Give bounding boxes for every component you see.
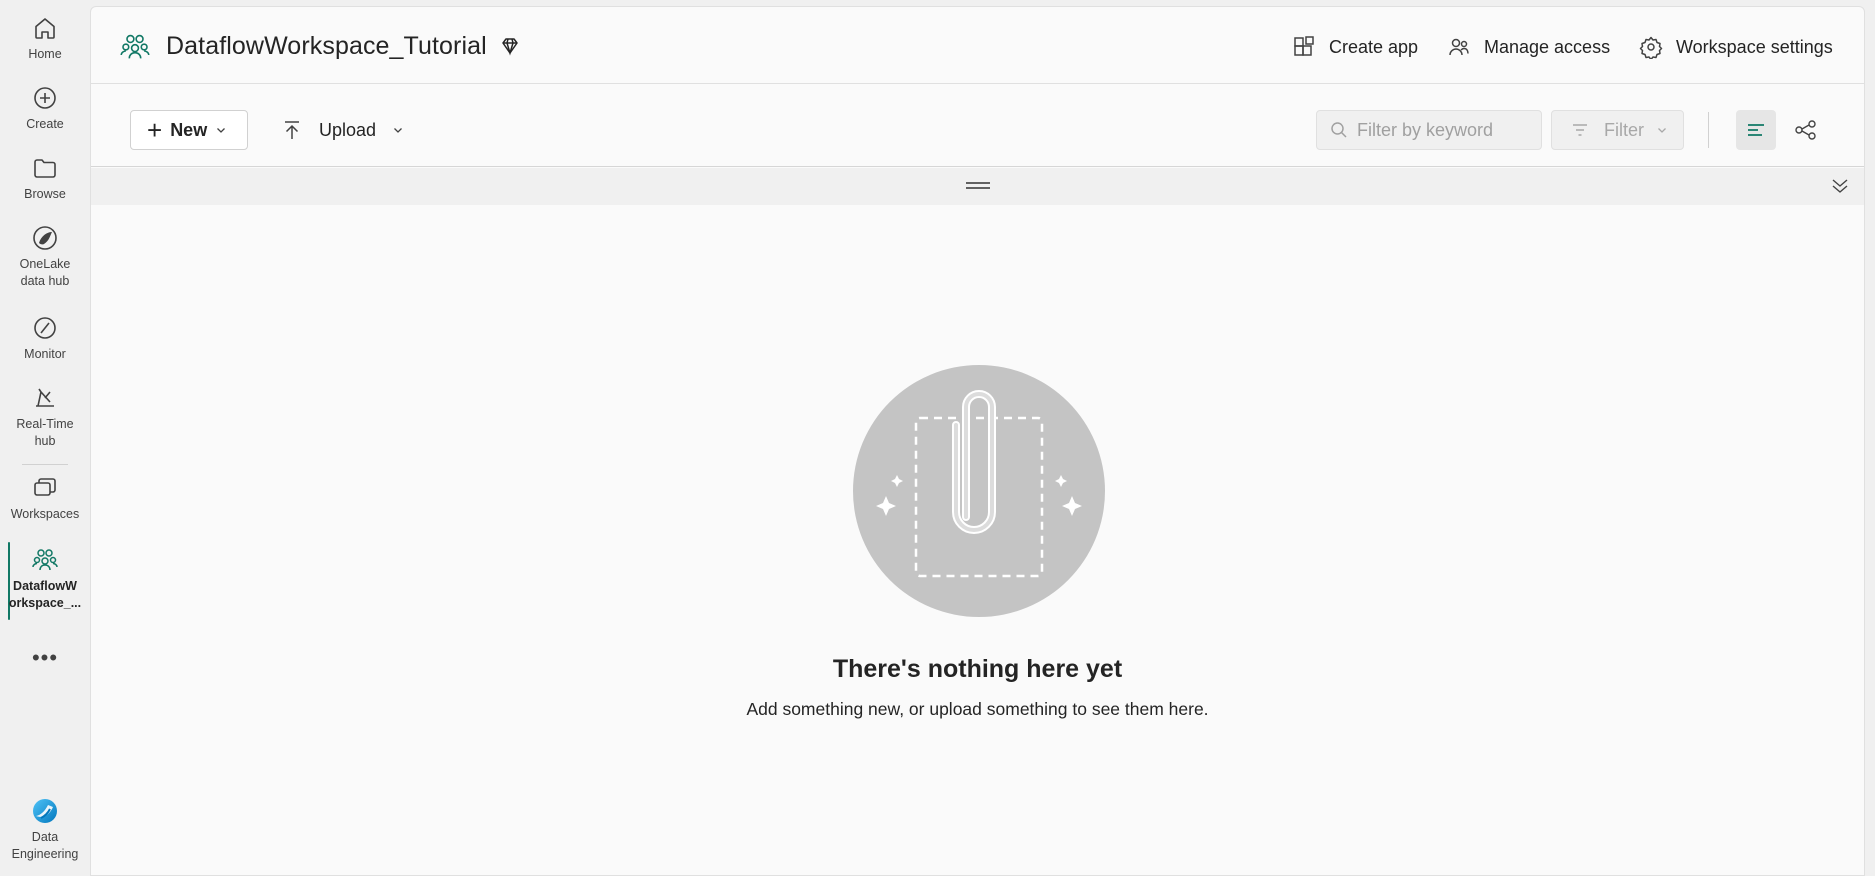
manage-access-label: Manage access (1484, 36, 1611, 57)
upload-button-label: Upload (319, 119, 377, 140)
nav-home-label: Home (28, 47, 62, 61)
lineage-view-button[interactable] (1786, 110, 1826, 150)
folder-icon (34, 159, 56, 178)
list-view-button[interactable] (1736, 110, 1776, 150)
chevron-down-icon (1658, 128, 1666, 133)
monitor-icon (34, 317, 56, 339)
onelake-icon (33, 226, 57, 250)
nav-monitor[interactable]: Monitor (0, 314, 90, 363)
workspace-header: DataflowWorkspace_Tutorial Create app Ma… (91, 7, 1864, 84)
nav-onelake-label-1: OneLake (19, 257, 71, 271)
nav-current-workspace[interactable]: DataflowW orkspace_... (0, 546, 90, 612)
workspace-settings-label: Workspace settings (1676, 36, 1833, 57)
add-circle-icon (34, 87, 56, 109)
manage-access-button[interactable]: Manage access (1447, 35, 1610, 59)
chevron-down-icon (394, 128, 403, 133)
empty-state-subtitle: Add something new, or upload something t… (746, 699, 1209, 719)
search-icon (1331, 122, 1347, 138)
nav-workspaces[interactable]: Workspaces (0, 474, 90, 523)
nav-realtime-label-1: Real-Time (16, 417, 74, 431)
chevron-down-icon (217, 128, 226, 133)
nav-current-ws-label-2: orkspace_... (8, 596, 82, 610)
experience-switcher[interactable]: Data Engineering (0, 797, 90, 863)
data-engineering-icon (33, 799, 57, 823)
nav-home[interactable]: Home (0, 14, 90, 63)
filter-button[interactable]: Filter (1551, 110, 1684, 150)
upload-arrow-icon (285, 121, 299, 139)
new-button-label: New (170, 119, 208, 140)
rail-divider (22, 464, 68, 465)
page-title: DataflowWorkspace_Tutorial (166, 32, 487, 60)
filter-keyword-search[interactable] (1316, 110, 1542, 150)
nav-current-ws-label-1: DataflowW (13, 579, 77, 593)
new-item-button[interactable]: + New (130, 110, 248, 150)
people-icon (1449, 38, 1469, 56)
nav-browse[interactable]: Browse (0, 154, 90, 203)
filter-keyword-input[interactable] (1357, 119, 1537, 141)
nav-create-label: Create (26, 117, 64, 131)
nav-monitor-label: Monitor (24, 347, 66, 361)
left-nav-rail: Home Create Browse OneLake data hub Moni… (0, 0, 90, 876)
lineage-icon (1795, 120, 1816, 140)
plus-icon: + (147, 115, 163, 145)
upload-button[interactable]: Upload (281, 110, 404, 150)
premium-diamond-icon[interactable] (499, 35, 521, 57)
toolbar-divider (1708, 112, 1709, 148)
workspaces-icon (34, 478, 56, 496)
nav-browse-label: Browse (24, 187, 66, 201)
toolbar: + New Upload Filter (91, 84, 1864, 167)
workspace-people-icon (120, 34, 150, 59)
drag-handle-icon[interactable] (965, 180, 991, 190)
nav-onelake-data-hub[interactable]: OneLake data hub (0, 224, 90, 290)
filter-icon (1573, 124, 1587, 136)
nav-create[interactable]: Create (0, 84, 90, 133)
filter-button-label: Filter (1604, 119, 1644, 140)
list-view-icon (1748, 124, 1764, 136)
experience-label-1: Data (31, 830, 59, 844)
nav-workspaces-label: Workspaces (10, 507, 80, 521)
experience-label-2: Engineering (11, 847, 79, 861)
empty-state-paperclip-illustration (853, 365, 1105, 617)
nav-realtime-hub[interactable]: Real-Time hub (0, 384, 90, 450)
home-icon (35, 18, 55, 39)
workspace-people-icon (32, 549, 58, 571)
workspace-panel: DataflowWorkspace_Tutorial Create app Ma… (90, 6, 1865, 876)
details-pane-divider (91, 168, 1864, 205)
empty-state-title: There's nothing here yet (832, 655, 1123, 683)
app-grid-icon (1294, 36, 1314, 56)
double-chevron-down-icon[interactable] (1828, 174, 1852, 198)
more-icon[interactable]: ••• (0, 645, 90, 671)
workspace-settings-button[interactable]: Workspace settings (1639, 35, 1833, 59)
realtime-hub-icon (36, 388, 54, 407)
nav-realtime-label-2: hub (34, 434, 56, 448)
create-app-label: Create app (1329, 36, 1419, 57)
gear-icon (1639, 36, 1663, 59)
create-app-button[interactable]: Create app (1292, 35, 1418, 59)
nav-onelake-label-2: data hub (20, 274, 70, 288)
